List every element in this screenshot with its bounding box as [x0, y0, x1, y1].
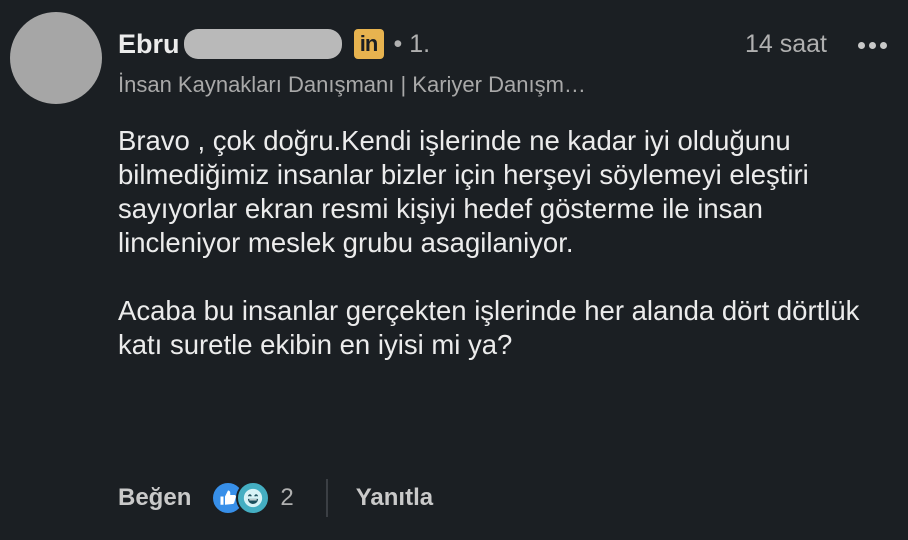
- more-dot: [880, 41, 887, 49]
- avatar[interactable]: [10, 12, 102, 104]
- comment-paragraph: Bravo , çok doğru.Kendi işlerinde ne kad…: [118, 125, 809, 258]
- more-dot: [858, 41, 865, 49]
- like-button[interactable]: Beğen: [118, 484, 191, 512]
- comment-timestamp: 14 saat: [745, 30, 828, 58]
- linkedin-premium-icon: in: [353, 29, 384, 59]
- action-divider: [325, 479, 328, 517]
- comment-header: Ebru in • 1.: [118, 24, 430, 64]
- comment-actions: Beğen 2 Yanıtla: [118, 476, 433, 520]
- redacted-surname: [183, 29, 342, 59]
- author-headline[interactable]: İnsan Kaynakları Danışmanı | Kariyer Dan…: [118, 72, 586, 98]
- more-options-icon[interactable]: [858, 30, 887, 60]
- linkedin-badge-text: in: [359, 31, 379, 56]
- funny-icon: [236, 481, 271, 515]
- comment-body: Bravo , çok doğru.Kendi işlerinde ne kad…: [118, 124, 888, 362]
- connection-degree: • 1.: [393, 29, 431, 58]
- more-dot: [869, 41, 876, 49]
- comment-paragraph: Acaba bu insanlar gerçekten işlerinde he…: [118, 295, 860, 360]
- reactions-summary[interactable]: 2: [211, 481, 294, 515]
- reaction-count: 2: [280, 484, 294, 511]
- author-name[interactable]: Ebru: [118, 29, 180, 60]
- reply-button[interactable]: Yanıtla: [356, 484, 433, 512]
